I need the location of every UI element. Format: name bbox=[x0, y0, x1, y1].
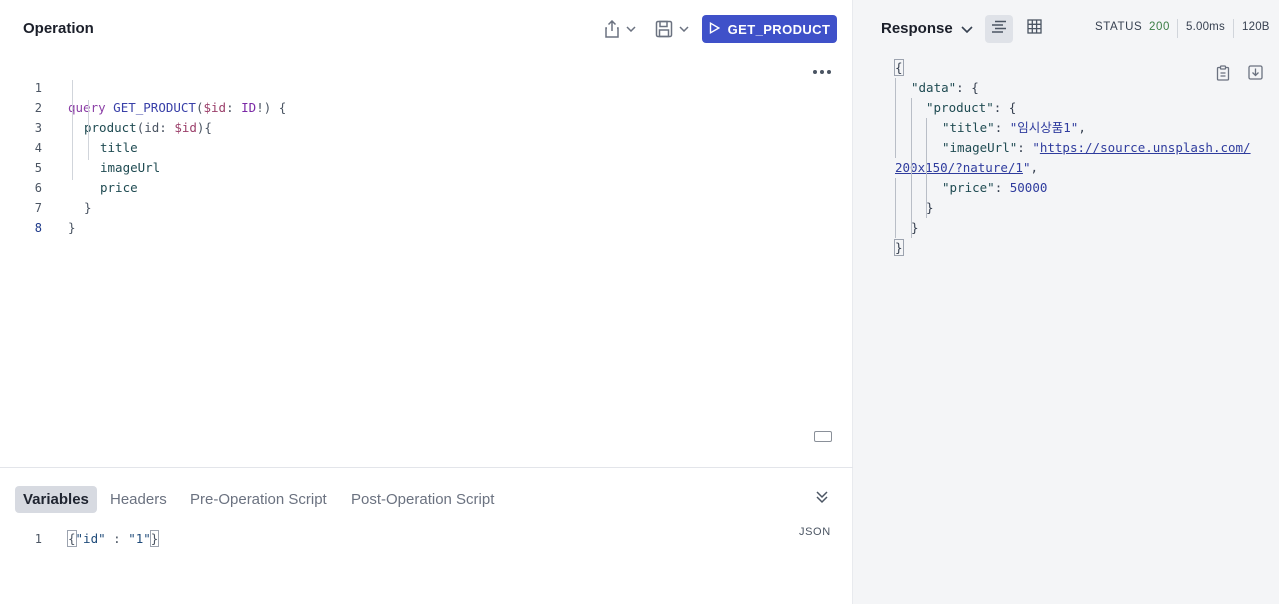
variables-editor[interactable]: 1 {"id" : "1"} bbox=[0, 529, 700, 549]
code-line: 5 price bbox=[0, 138, 853, 195]
share-icon bbox=[604, 20, 620, 38]
tab-pre-operation-script[interactable]: Pre-Operation Script bbox=[182, 486, 335, 513]
response-panel: Response STATUS 200 5.00ms 120B { "data"… bbox=[853, 0, 1279, 604]
json-line: "price": 50000 bbox=[942, 180, 1048, 195]
json-line: "title": "임시상품1", bbox=[942, 120, 1086, 135]
code-line: 1 query GET_PRODUCT($id: ID!) { bbox=[0, 58, 853, 115]
json-line: "imageUrl": "https://source.unsplash.com… bbox=[942, 140, 1251, 155]
chevron-down-icon bbox=[679, 26, 689, 32]
json-line: { bbox=[894, 59, 904, 76]
status-code: 200 bbox=[1149, 21, 1170, 33]
copy-response-icon[interactable] bbox=[1216, 65, 1230, 86]
chevron-down-icon bbox=[961, 20, 973, 37]
image-url-link-continued[interactable]: 200x150/?nature/1 bbox=[895, 160, 1023, 175]
code-line: 7 } bbox=[0, 178, 853, 235]
keyboard-shortcuts-icon[interactable] bbox=[814, 431, 832, 442]
indent-guide bbox=[911, 98, 912, 238]
save-menu[interactable] bbox=[655, 18, 689, 40]
share-menu[interactable] bbox=[604, 18, 636, 40]
response-time: 5.00ms bbox=[1186, 21, 1225, 33]
bottom-panel: Variables Headers Pre-Operation Script P… bbox=[0, 467, 853, 604]
save-icon bbox=[655, 20, 673, 38]
indent-guide bbox=[926, 118, 927, 218]
json-line: "product": { bbox=[926, 100, 1017, 115]
operation-panel: Operation GET_PRODUCT 1 query GET_PRODUC… bbox=[0, 0, 853, 604]
tab-post-operation-script[interactable]: Post-Operation Script bbox=[343, 486, 502, 513]
json-line: } bbox=[911, 220, 919, 235]
divider bbox=[1233, 19, 1234, 38]
code-text: } bbox=[68, 220, 76, 235]
more-options-button[interactable] bbox=[811, 63, 833, 81]
response-size: 120B bbox=[1242, 21, 1270, 33]
code-line: 8 bbox=[0, 198, 853, 235]
indent-guide bbox=[88, 100, 89, 160]
response-title-menu[interactable]: Response bbox=[881, 20, 973, 37]
operation-title: Operation bbox=[23, 20, 94, 37]
play-icon bbox=[709, 21, 720, 37]
variables-format-label: JSON bbox=[799, 526, 831, 538]
json-view-button[interactable] bbox=[985, 15, 1013, 43]
status-label: STATUS bbox=[1095, 21, 1143, 33]
indent-guide bbox=[72, 80, 73, 180]
json-line: } bbox=[926, 200, 934, 215]
dot-icon bbox=[813, 70, 817, 74]
json-line: 200x150/?nature/1", bbox=[895, 160, 1038, 175]
line-number: 8 bbox=[34, 221, 42, 235]
download-response-icon[interactable] bbox=[1248, 65, 1263, 85]
indent-guide bbox=[895, 78, 896, 158]
json-line: "data": { bbox=[911, 80, 979, 95]
run-operation-button[interactable]: GET_PRODUCT bbox=[702, 15, 837, 43]
dot-icon bbox=[820, 70, 824, 74]
text-lines-icon bbox=[991, 20, 1007, 39]
table-icon bbox=[1026, 19, 1042, 39]
code-line: 6 } bbox=[0, 158, 853, 215]
collapse-panel-icon[interactable] bbox=[815, 490, 829, 509]
json-line: } bbox=[894, 239, 904, 256]
tab-variables[interactable]: Variables bbox=[15, 486, 97, 513]
indent-guide bbox=[895, 178, 896, 238]
chevron-down-icon bbox=[626, 26, 636, 32]
image-url-link[interactable]: https://source.unsplash.com/ bbox=[1040, 140, 1251, 155]
tab-headers[interactable]: Headers bbox=[102, 486, 175, 513]
response-title: Response bbox=[881, 20, 953, 37]
line-number: 1 bbox=[34, 532, 42, 546]
dot-icon bbox=[827, 70, 831, 74]
variables-text: {"id" : "1"} bbox=[67, 530, 160, 547]
divider bbox=[1177, 19, 1178, 38]
code-line: 2 product(id: $id){ bbox=[0, 78, 853, 135]
table-view-button[interactable] bbox=[1020, 15, 1048, 43]
code-line: 4 imageUrl bbox=[0, 118, 853, 175]
run-button-label: GET_PRODUCT bbox=[727, 21, 831, 37]
code-line: 3 title bbox=[0, 98, 853, 155]
